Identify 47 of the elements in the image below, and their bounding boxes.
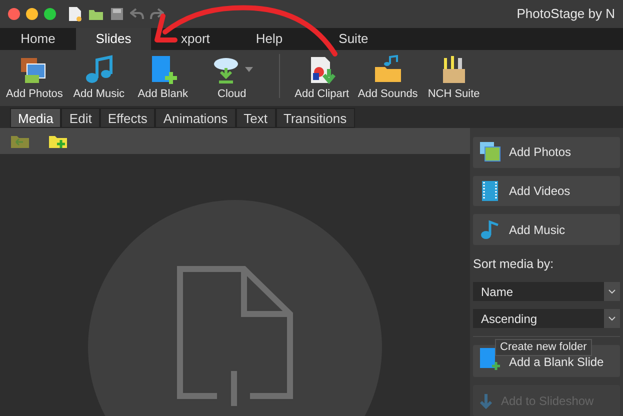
window-title: PhotoStage by N [516,5,615,24]
media-add-button[interactable]: Add Music [473,214,620,246]
ribbon-tab[interactable]: Home [0,28,76,50]
caret-icon[interactable] [244,67,253,72]
tooltip: Create new folder [495,339,592,356]
ribbon-tab[interactable]: xport [179,28,212,50]
arrow-down-icon [479,392,493,409]
film-strip-icon [479,180,501,202]
ribbon-tab[interactable]: Help [254,28,285,50]
sort-label: Sort media by: [473,256,555,274]
redo-icon[interactable] [150,8,164,20]
toolbar-button[interactable]: NCH Suite [424,54,484,102]
panel-tab[interactable]: Transitions [276,108,355,128]
open-folder-icon[interactable] [88,7,104,21]
minimize-window-icon[interactable] [26,8,38,20]
blank-slide-plus-icon [479,347,501,372]
save-icon[interactable] [110,7,124,21]
folder-back-icon[interactable] [10,133,30,149]
media-add-button[interactable]: Add Videos [473,176,620,206]
panel-tab[interactable]: Edit [61,108,100,128]
sort-field-select[interactable]: Name [473,282,620,302]
music-note-icon [479,218,501,241]
panel-tab[interactable]: Media [10,108,62,128]
photos-icon [479,141,501,164]
close-window-icon[interactable] [8,8,20,20]
document-icon [177,266,295,406]
zoom-window-icon[interactable] [44,8,56,20]
toolbar-button[interactable]: Add Photos [4,54,65,102]
sort-order-select[interactable]: Ascending [473,309,620,328]
folder-music-icon [372,54,403,84]
media-add-button[interactable]: Add Photos [473,137,620,168]
new-folder-icon[interactable] [48,133,68,149]
undo-icon[interactable] [130,8,144,20]
panel-tab[interactable]: Text [236,108,276,128]
chevron-down-icon [608,289,616,294]
music-note-icon [84,54,114,84]
toolbar-button[interactable]: Add Music [68,54,129,102]
toolbar-button[interactable]: Cloud [196,54,267,102]
ribbon-tab[interactable]: Suite [336,28,370,50]
panel-tab[interactable]: Animations [155,108,236,128]
ribbon-tab[interactable]: Slides [76,28,151,50]
toolbar-button[interactable]: Add Sounds [356,54,420,102]
panel-tab[interactable]: Effects [100,108,156,128]
toolbar-button[interactable]: Add Blank [132,54,193,102]
toolbar-button[interactable]: Add Clipart [292,54,352,102]
chevron-down-icon [608,316,616,322]
new-document-icon[interactable] [68,6,82,22]
